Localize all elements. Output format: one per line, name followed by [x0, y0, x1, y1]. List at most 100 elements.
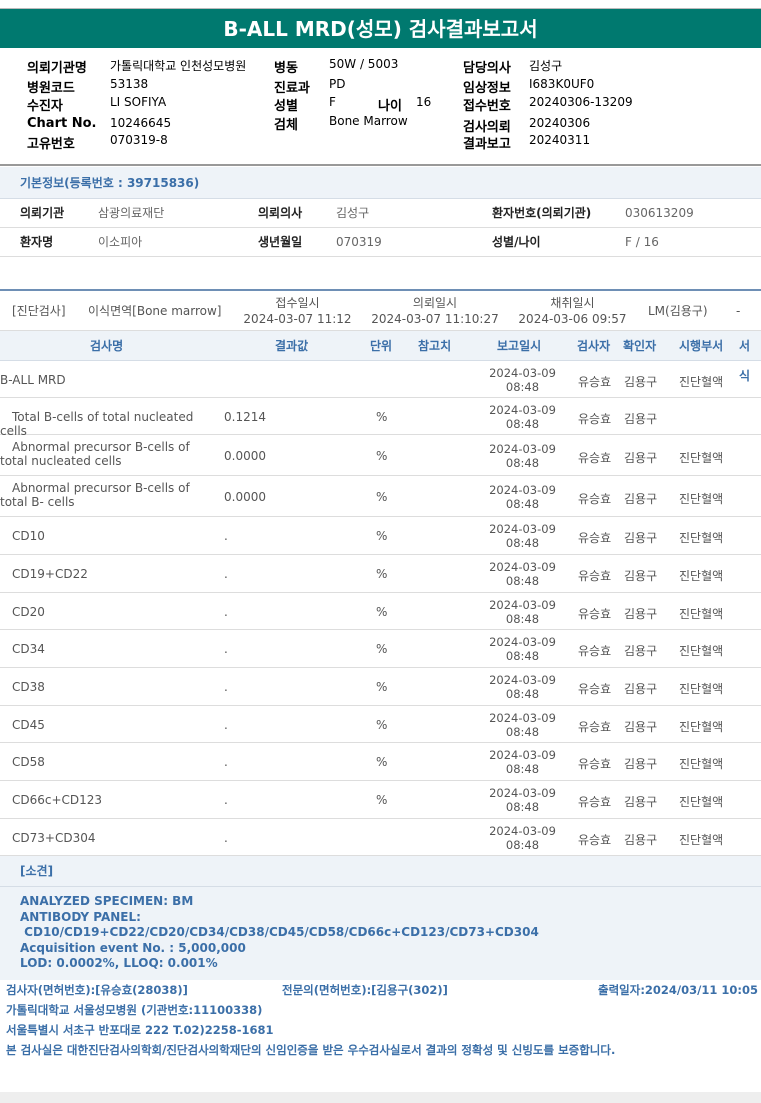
result-value: . [224, 830, 228, 845]
col-tester: 검사자 [577, 339, 611, 353]
basic-info-row: 의뢰기관 삼광의료재단 의뢰의사 김성구 환자번호(의뢰기관) 03061320… [0, 199, 761, 228]
checker: 김용구 [624, 832, 658, 847]
unit: % [376, 448, 388, 463]
table-row: CD58.% 2024-03-09 08:48 유승효 김용구 진단혈액 [0, 743, 761, 781]
checker: 김용구 [624, 606, 658, 621]
test-name: CD66c+CD123 [12, 793, 103, 807]
tester: 유승효 [578, 569, 612, 583]
address: 서울특별시 서초구 반포대로 222 T.02)2258-1681 [6, 1023, 274, 1037]
result-value: . [224, 680, 228, 694]
report-time: 08:48 [505, 649, 540, 663]
report-time: 08:48 [505, 455, 540, 470]
doctor: 김성구 [529, 59, 563, 73]
label: 검체 [274, 118, 298, 133]
dept: 진단혈액 [679, 569, 724, 583]
remark-line: CD10/CD19+CD22/CD20/CD34/CD38/CD45/CD58/… [20, 925, 539, 939]
test-name: CD34 [12, 642, 45, 656]
hospital-name: 가톨릭대학교 서울성모병원 (기관번호:11100338) [6, 1003, 263, 1017]
table-row: Abnormal precursor B-cells of total B- c… [0, 476, 761, 517]
tester: 유승효 [578, 374, 612, 389]
checker: 김용구 [624, 411, 658, 426]
label: 임상정보 [463, 81, 511, 96]
tester: 유승효 [578, 411, 612, 426]
table-row: CD45.% 2024-03-09 08:48 유승효 김용구 진단혈액 [0, 706, 761, 743]
report-header: 의뢰기관명 가톨릭대학교 인천성모병원 병원코드 53138 수진자 LI SO… [0, 54, 761, 162]
unit: % [376, 489, 388, 504]
report-time: 08:48 [505, 687, 540, 701]
table-row: CD66c+CD123.% 2024-03-09 08:48 유승효 김용구 진단혈액 [0, 781, 761, 819]
table-row: Total B-cells of total nucleated cells 0.… [0, 398, 761, 438]
report-time: 08:48 [505, 800, 540, 814]
test-name: CD20 [12, 604, 45, 619]
label: 성별/나이 [492, 235, 541, 249]
value: 이소피아 [98, 235, 143, 249]
results-table-header: 검사명 결과값 단위 참고치 보고일시 검사자 확인자 시행부서 서식 [0, 331, 761, 383]
report-time: 08:48 [505, 762, 540, 776]
test-name: B-ALL MRD [0, 372, 66, 387]
dept: 진단혈액 [679, 719, 724, 734]
test-name: CD73+CD304 [12, 830, 96, 845]
order-test: 이식면역[Bone marrow] [88, 304, 222, 318]
report-date: 2024-03-09 [489, 441, 556, 456]
report-date: 20240311 [529, 133, 591, 147]
label: 의뢰의사 [258, 206, 303, 220]
unit: % [376, 409, 388, 424]
checker: 김용구 [624, 682, 658, 696]
remarks: [소견] ANALYZED SPECIMEN: BM ANTIBODY PANEL… [0, 856, 761, 980]
label: 고유번호 [27, 137, 75, 152]
report-date: 2024-03-09 [489, 710, 556, 725]
result-value: 0.1214 [224, 409, 266, 424]
unique-no: 070319-8 [110, 133, 168, 147]
result-value: 0.0000 [224, 489, 266, 504]
test-name: CD58 [12, 755, 45, 769]
request-date: 20240306 [529, 116, 591, 130]
checker: 김용구 [624, 795, 658, 809]
label: 의뢰기관 [20, 206, 65, 220]
tester: 유승효 [578, 606, 612, 621]
table-row: CD20.% 2024-03-09 08:48 유승효 김용구 진단혈액 [0, 593, 761, 630]
result-value: . [224, 567, 228, 581]
unit: % [376, 642, 388, 656]
dept: 진단혈액 [679, 450, 724, 465]
col-dept: 시행부서 [679, 339, 724, 353]
remark-line: ANTIBODY PANEL: [20, 909, 141, 924]
dept: 진단혈액 [679, 374, 724, 389]
result-value: . [224, 529, 228, 543]
dept: 진단혈액 [679, 682, 724, 696]
order-category: [진단검사] [12, 304, 66, 318]
value: 삼광의료재단 [98, 206, 165, 220]
label: 환자명 [20, 235, 54, 249]
table-row: CD38.% 2024-03-09 08:48 유승효 김용구 진단혈액 [0, 668, 761, 706]
unit: % [376, 604, 388, 619]
unit: % [376, 567, 388, 581]
tester: 유승효 [578, 719, 612, 734]
table-row: CD34.% 2024-03-09 08:48 유승효 김용구 진단혈액 [0, 630, 761, 668]
report-date: 2024-03-09 [489, 823, 556, 838]
clinical-info: I683K0UF0 [529, 77, 595, 91]
examinee: LI SOFIYA [110, 95, 167, 109]
label: 접수번호 [463, 99, 511, 114]
checker: 김용구 [624, 757, 658, 771]
table-row: CD10.% 2024-03-09 08:48 유승효 김용구 진단혈액 [0, 517, 761, 555]
remarks-body: ANALYZED SPECIMEN: BM ANTIBODY PANEL: CD1… [0, 887, 761, 980]
unit: % [376, 755, 388, 769]
report-date: 2024-03-09 [489, 482, 556, 497]
checker: 김용구 [624, 491, 658, 506]
label: 수진자 [27, 99, 63, 114]
result-value: . [224, 604, 228, 619]
dept: 진단혈액 [679, 644, 724, 658]
report-date: 2024-03-09 [489, 597, 556, 612]
order-info: [진단검사] 이식면역[Bone marrow] 접수일시 2024-03-07… [0, 289, 761, 331]
received-time: 2024-03-07 11:12 [243, 312, 352, 326]
lm: LM(김용구) [648, 304, 708, 318]
hospital-code: 53138 [110, 77, 149, 91]
report-date: 2024-03-09 [489, 560, 556, 574]
requested-time: 2024-03-07 11:10:27 [371, 312, 499, 326]
checker: 김용구 [624, 719, 658, 734]
label: 생년월일 [258, 235, 303, 249]
unit: % [376, 793, 388, 807]
table-row: B-ALL MRD 2024-03-09 08:48 유승효 김용구 진단혈액 [0, 361, 761, 398]
label: 진료과 [274, 81, 310, 96]
label: 의뢰기관명 [27, 61, 87, 76]
checker: 김용구 [624, 374, 658, 389]
